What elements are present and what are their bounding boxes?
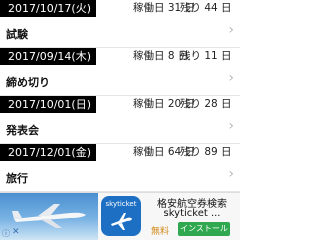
entry-header: 2017/10/17(火) 稼働日 31 日 残り 44 日 [0, 0, 240, 17]
airplane-image [12, 204, 86, 228]
remaining-days: 残り 89 日 [180, 146, 232, 158]
close-icon[interactable]: ✕ [12, 227, 20, 237]
ad-subtitle: skyticket ... [163, 208, 221, 219]
entry-header: 2017/09/14(木) 稼働日 8 日 残り 11 日 [0, 48, 240, 65]
list-item[interactable]: 2017/10/01(日) 稼働日 20 日 残り 28 日 発表会 › [0, 96, 240, 144]
list-item[interactable]: 2017/10/17(火) 稼働日 31 日 残り 44 日 試験 › [0, 0, 240, 48]
chevron-right-icon[interactable]: › [228, 119, 234, 133]
entry-title: 締め切り [6, 76, 50, 89]
entry-body: 旅行 › [0, 161, 240, 192]
info-icon[interactable]: ⓘ [2, 228, 10, 239]
app-icon[interactable]: skyticket [101, 196, 141, 236]
entry-header: 2017/10/01(日) 稼働日 20 日 残り 28 日 [0, 96, 240, 113]
entry-body: 発表会 › [0, 113, 240, 144]
entry-date: 2017/10/17(火) [0, 0, 96, 17]
chevron-right-icon[interactable]: › [228, 167, 234, 181]
entry-header: 2017/12/01(金) 稼働日 64 日 残り 89 日 [0, 144, 240, 161]
chevron-right-icon[interactable]: › [228, 23, 234, 37]
entry-title: 旅行 [6, 172, 28, 185]
entry-date: 2017/12/01(金) [0, 144, 96, 161]
ad-image[interactable]: ⓘ ✕ [0, 193, 98, 240]
ad-price: 無料 [151, 227, 170, 237]
remaining-days: 残り 28 日 [180, 98, 232, 110]
entry-title: 発表会 [6, 124, 39, 137]
entry-body: 締め切り › [0, 65, 240, 96]
entry-title: 試験 [6, 28, 28, 41]
event-list: 2017/10/17(火) 稼働日 31 日 残り 44 日 試験 › 2017… [0, 0, 240, 192]
app-icon-label: skyticket [105, 200, 137, 208]
entry-date: 2017/09/14(木) [0, 48, 96, 65]
chevron-right-icon[interactable]: › [228, 71, 234, 85]
entry-date: 2017/10/01(日) [0, 96, 96, 113]
remaining-days: 残り 44 日 [180, 2, 232, 14]
list-item[interactable]: 2017/12/01(金) 稼働日 64 日 残り 89 日 旅行 › [0, 144, 240, 192]
list-item[interactable]: 2017/09/14(木) 稼働日 8 日 残り 11 日 締め切り › [0, 48, 240, 96]
airplane-icon [111, 213, 132, 230]
ad-banner[interactable]: ⓘ ✕ skyticket 格安航空券検索 skyticket ... 無料 イ… [0, 192, 240, 240]
install-button[interactable]: インストール [178, 222, 230, 236]
entry-body: 試験 › [0, 17, 240, 48]
remaining-days: 残り 11 日 [180, 50, 232, 62]
